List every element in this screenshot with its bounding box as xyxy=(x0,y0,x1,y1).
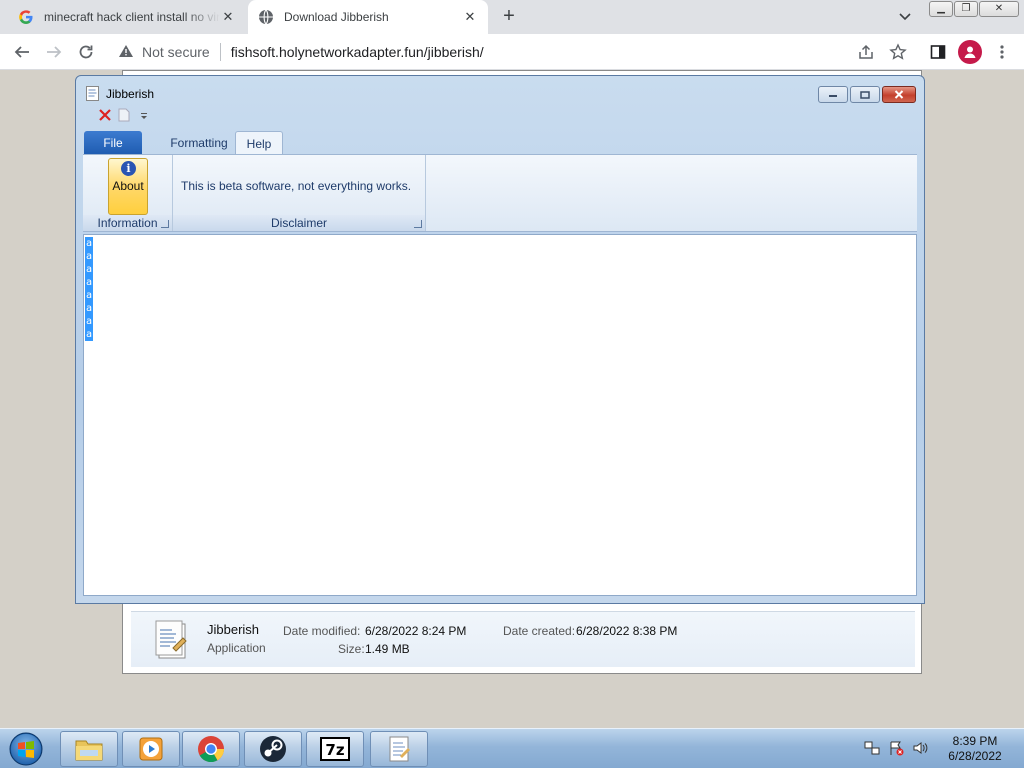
file-name: Jibberish xyxy=(207,622,260,637)
divider xyxy=(219,43,221,61)
text-line: a xyxy=(85,277,93,288)
tab-strip: minecraft hack client install no virus ✕… xyxy=(0,0,1024,34)
date-created-value: 6/28/2022 8:38 PM xyxy=(576,624,678,638)
globe-icon xyxy=(258,9,274,25)
steam-icon[interactable] xyxy=(244,731,302,767)
details-pane: Jibberish Application Date modified: 6/2… xyxy=(131,611,915,667)
svg-text:7z: 7z xyxy=(325,741,344,759)
dialog-launcher-icon[interactable] xyxy=(414,220,422,228)
new-tab-button[interactable]: + xyxy=(498,6,520,27)
google-g-icon xyxy=(18,9,34,25)
close-tab-icon[interactable]: ✕ xyxy=(220,9,236,25)
size-value: 1.49 MB xyxy=(365,642,410,656)
minimize-button[interactable] xyxy=(818,86,848,103)
forward-arrow-icon[interactable] xyxy=(44,42,64,62)
network-icon[interactable] xyxy=(864,740,880,759)
tab-download-jibberish[interactable]: Download Jibberish ✕ xyxy=(248,0,488,34)
delete-x-icon[interactable] xyxy=(98,108,112,125)
about-button[interactable]: i About xyxy=(108,158,148,215)
action-center-flag-icon[interactable] xyxy=(888,740,904,759)
jibberish-icon[interactable] xyxy=(370,731,428,767)
clock[interactable]: 8:39 PM 6/28/2022 xyxy=(940,734,1010,764)
text-line: a xyxy=(85,329,93,340)
group-information: i About Information xyxy=(83,155,173,231)
text-line: a xyxy=(85,290,93,301)
tab-title: minecraft hack client install no virus xyxy=(44,10,220,24)
side-panel-icon[interactable] xyxy=(928,42,948,62)
text-line: a xyxy=(85,316,93,327)
tab-minecraft[interactable]: minecraft hack client install no virus ✕ xyxy=(8,0,246,34)
text-editor[interactable]: a a a a a a a a xyxy=(83,234,917,596)
group-disclaimer: This is beta software, not everything wo… xyxy=(173,155,426,231)
chrome-icon[interactable] xyxy=(182,731,240,767)
dialog-launcher-icon[interactable] xyxy=(161,220,169,228)
customize-toolbar-chevron-icon[interactable] xyxy=(140,109,148,123)
text-line: a xyxy=(85,238,93,249)
group-label: Information xyxy=(83,215,172,231)
security-status[interactable]: Not secure xyxy=(142,44,210,60)
jibberish-window[interactable]: Jibberish File Formatting Help i About I… xyxy=(75,75,925,604)
explorer-icon[interactable] xyxy=(60,731,118,767)
text-line: a xyxy=(85,303,93,314)
notepad-document-icon xyxy=(153,620,191,662)
restore-window-button[interactable]: ❐ xyxy=(954,1,978,17)
bookmark-star-icon[interactable] xyxy=(888,42,908,62)
file-type: Application xyxy=(207,641,266,655)
tab-search-chevron-icon[interactable] xyxy=(896,9,914,25)
address-bar[interactable]: Not secure fishsoft.holynetworkadapter.f… xyxy=(110,38,840,66)
ribbon-panel: i About Information This is beta softwar… xyxy=(83,154,917,232)
text-line: a xyxy=(85,264,93,275)
tab-title: Download Jibberish xyxy=(284,10,389,24)
share-icon[interactable] xyxy=(856,42,876,62)
url-text[interactable]: fishsoft.holynetworkadapter.fun/jibberis… xyxy=(231,44,484,60)
new-document-icon[interactable] xyxy=(118,108,130,125)
kebab-menu-icon[interactable] xyxy=(992,42,1012,62)
close-tab-icon[interactable]: ✕ xyxy=(462,9,478,25)
selected-text[interactable]: a a a a a a a a xyxy=(85,237,93,341)
window-title: Jibberish xyxy=(106,87,155,101)
size-label: Size: xyxy=(338,642,365,656)
date-modified-value: 6/28/2022 8:24 PM xyxy=(365,624,467,638)
close-window-button[interactable]: ✕ xyxy=(979,1,1019,17)
group-label: Disclaimer xyxy=(173,215,425,231)
back-arrow-icon[interactable] xyxy=(12,42,32,62)
info-icon: i xyxy=(121,161,136,176)
minimize-window-button[interactable]: ▁ xyxy=(929,1,953,17)
7zip-icon[interactable]: 7z xyxy=(306,731,364,767)
system-tray xyxy=(864,737,928,761)
start-button[interactable] xyxy=(5,731,47,767)
profile-avatar-icon[interactable] xyxy=(958,40,982,64)
clock-date: 6/28/2022 xyxy=(948,749,1002,763)
disclaimer-text: This is beta software, not everything wo… xyxy=(181,179,412,193)
app-icon xyxy=(86,86,99,101)
taskbar: 7z 8:39 PM 6/28/2022 xyxy=(0,728,1024,768)
tab-help[interactable]: Help xyxy=(235,131,283,155)
maximize-button[interactable] xyxy=(850,86,880,103)
clock-time: 8:39 PM xyxy=(952,734,998,748)
browser-toolbar: Not secure fishsoft.holynetworkadapter.f… xyxy=(0,34,1024,70)
date-created-label: Date created: xyxy=(503,624,576,638)
date-modified-label: Date modified: xyxy=(283,624,361,638)
media-player-icon[interactable] xyxy=(122,731,180,767)
close-button[interactable] xyxy=(882,86,916,103)
quick-access-toolbar xyxy=(98,107,148,125)
tab-formatting[interactable]: Formatting xyxy=(154,131,244,155)
reload-icon[interactable] xyxy=(76,42,96,62)
warning-triangle-icon[interactable] xyxy=(118,44,134,61)
volume-icon[interactable] xyxy=(912,740,928,759)
about-label: About xyxy=(112,179,144,193)
text-line: a xyxy=(85,251,93,262)
tab-file[interactable]: File xyxy=(84,131,142,155)
